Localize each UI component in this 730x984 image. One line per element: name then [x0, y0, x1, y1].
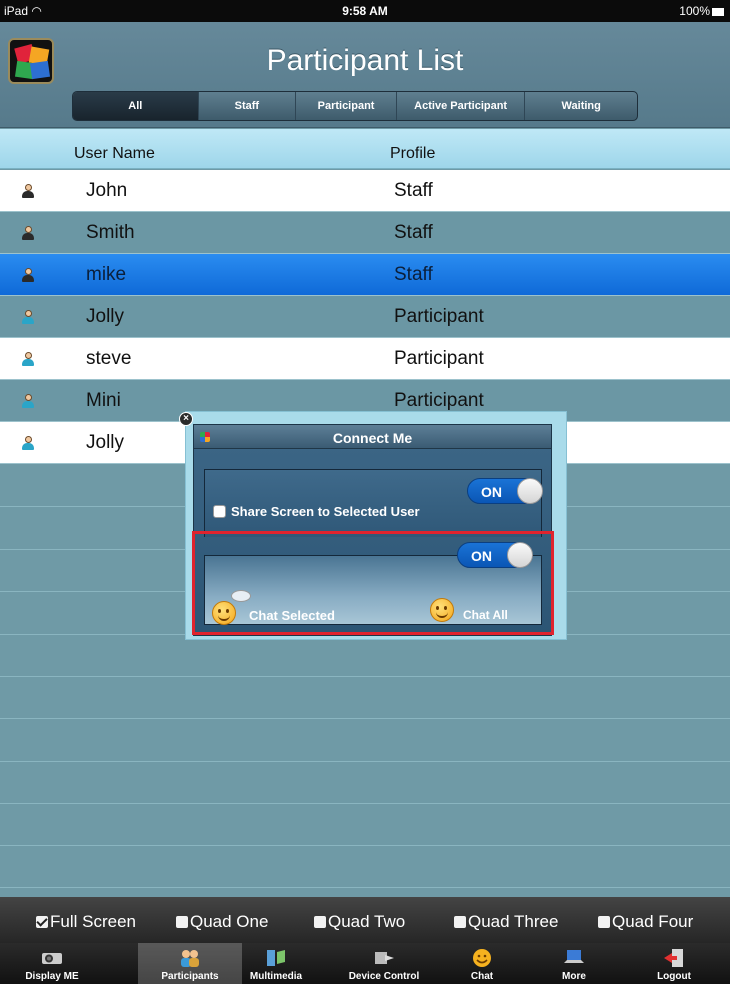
user-profile: Staff	[394, 222, 433, 243]
close-icon[interactable]: ×	[179, 412, 193, 426]
user-profile: Participant	[394, 390, 484, 411]
participant-user-icon	[22, 310, 34, 324]
tab-chat[interactable]: Chat	[430, 943, 534, 984]
dialog-title: Connect Me	[332, 430, 413, 446]
dialog-titlebar: Connect Me	[194, 425, 551, 449]
filter-tab-waiting[interactable]: Waiting	[525, 92, 637, 120]
device-control-icon	[375, 952, 394, 964]
filter-tab-participant[interactable]: Participant	[296, 92, 397, 120]
option-quad-two[interactable]: Quad Two	[314, 912, 405, 932]
user-profile: Staff	[394, 264, 433, 285]
status-bar: iPad ◠ 9:58 AM 100%	[0, 0, 730, 22]
user-name: John	[86, 180, 128, 201]
smiley-icon	[473, 949, 491, 967]
participant-user-icon	[22, 394, 34, 408]
user-name: steve	[86, 348, 132, 369]
projector-icon	[42, 953, 62, 964]
filter-tab-active-participant[interactable]: Active Participant	[397, 92, 526, 120]
option-full-screen[interactable]: Full Screen	[36, 912, 136, 932]
tab-multimedia[interactable]: Multimedia	[224, 943, 328, 984]
checkbox-icon	[314, 916, 326, 928]
staff-user-icon	[22, 184, 34, 198]
table-row[interactable]: Jolly Participant	[0, 296, 730, 338]
laptop-icon	[564, 950, 584, 963]
checkbox-icon	[454, 916, 466, 928]
tab-bar: Display ME Participants Multimedia Devic…	[0, 943, 730, 984]
tab-display-me[interactable]: Display ME	[0, 943, 104, 984]
user-name: Smith	[86, 222, 135, 243]
participants-icon	[181, 950, 199, 967]
multimedia-icon	[267, 950, 285, 966]
filter-segmented-control: All Staff Participant Active Participant…	[72, 91, 638, 121]
display-options-bar: Full Screen Quad One Quad Two Quad Three…	[0, 897, 730, 943]
staff-user-icon	[22, 268, 34, 282]
share-screen-toggle[interactable]: ON	[467, 478, 543, 504]
checkbox-icon	[36, 916, 48, 928]
option-quad-three[interactable]: Quad Three	[454, 912, 558, 932]
user-name: Mini	[86, 390, 121, 411]
staff-user-icon	[22, 226, 34, 240]
filter-tab-staff[interactable]: Staff	[199, 92, 297, 120]
participant-user-icon	[22, 352, 34, 366]
table-row-selected[interactable]: mike Staff	[0, 254, 730, 296]
checkbox-icon	[176, 916, 188, 928]
user-profile: Participant	[394, 348, 484, 369]
column-profile: Profile	[390, 145, 436, 162]
table-row[interactable]: steve Participant	[0, 338, 730, 380]
share-screen-checkbox[interactable]	[213, 505, 226, 518]
checkbox-icon	[598, 916, 610, 928]
tab-more[interactable]: More	[522, 943, 626, 984]
option-quad-four[interactable]: Quad Four	[598, 912, 693, 932]
share-screen-panel: ON Share Screen to Selected User	[204, 469, 543, 537]
tab-device-control[interactable]: Device Control	[332, 943, 436, 984]
table-row[interactable]: Smith Staff	[0, 212, 730, 254]
battery-status: 100%	[679, 4, 724, 18]
user-name: Jolly	[86, 306, 125, 327]
toggle-knob	[517, 478, 543, 504]
user-profile: Staff	[394, 180, 433, 201]
battery-icon	[712, 8, 724, 16]
highlight-box	[192, 531, 554, 635]
user-profile: Participant	[394, 306, 484, 327]
share-screen-label: Share Screen to Selected User	[231, 504, 420, 519]
option-quad-one[interactable]: Quad One	[176, 912, 268, 932]
page-title: Participant List	[266, 44, 464, 77]
tab-logout[interactable]: Logout	[622, 943, 726, 984]
table-row[interactable]: John Staff	[0, 170, 730, 212]
column-user-name: User Name	[74, 145, 155, 162]
logout-icon	[664, 949, 683, 967]
filter-tab-all[interactable]: All	[73, 92, 199, 120]
status-time: 9:58 AM	[342, 4, 388, 18]
header: Participant List All Staff Participant A…	[0, 22, 730, 128]
user-name: mike	[86, 264, 127, 285]
participant-user-icon	[22, 436, 34, 450]
table-header: User Name Profile	[0, 129, 730, 169]
user-name: Jolly	[86, 432, 125, 453]
